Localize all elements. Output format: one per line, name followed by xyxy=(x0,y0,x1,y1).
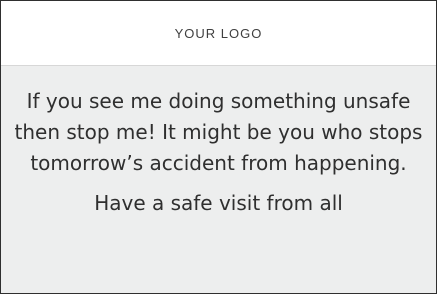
message-area: If you see me doing something unsafe the… xyxy=(1,66,436,293)
safety-message-panel: YOUR LOGO If you see me doing something … xyxy=(0,0,437,294)
safety-message: If you see me doing something unsafe the… xyxy=(14,89,423,175)
sign-off-text: Have a safe visit from all xyxy=(94,191,343,215)
logo-header: YOUR LOGO xyxy=(1,1,436,66)
logo-text: YOUR LOGO xyxy=(174,25,263,41)
